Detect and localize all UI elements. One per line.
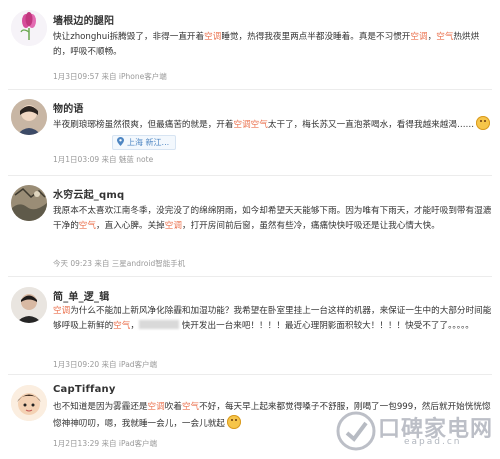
keyword-highlight: 空调空气	[233, 120, 268, 130]
text-segment: 快开发出一台来吧！！！！最近心理阴影面积较大！！！！快受不了了。。。。。	[178, 321, 474, 331]
keyword-highlight: 空调	[410, 32, 428, 42]
avatar[interactable]	[11, 99, 47, 135]
username[interactable]: CapTiffany	[53, 384, 116, 395]
keyword-highlight: 空调	[53, 306, 71, 316]
text-segment: ，	[427, 32, 437, 42]
avatar[interactable]	[11, 385, 47, 421]
divider	[8, 89, 492, 90]
text-segment: ，直入心脾。关掉	[96, 221, 165, 231]
text-segment: ，	[130, 321, 139, 331]
divider	[8, 276, 492, 277]
redacted-text	[138, 320, 179, 329]
watermark-url: eapad.cn	[404, 437, 462, 447]
comment-text: 半夜刷琅琊榜虽然很爽，但最痛苦的就是，开着空调空气太干了，梅长苏又一直泡茶喝水，…	[53, 116, 493, 133]
keyword-highlight: 空气	[181, 402, 200, 412]
keyword-highlight: 空调	[204, 32, 222, 42]
location-pin-icon	[117, 137, 124, 146]
username[interactable]: 水穷云起_qmq	[53, 186, 124, 201]
keyword-highlight: 空调	[147, 402, 165, 412]
username[interactable]: 简_单_逻_辑	[53, 288, 109, 303]
avatar[interactable]	[11, 185, 47, 221]
post-meta: 1月3日09:20 来自 iPad客户端	[53, 360, 158, 369]
text-segment: 太干了，梅长苏又一直泡茶喝水，看得我越来越渴……	[267, 120, 475, 130]
watermark-logo-icon	[336, 411, 376, 451]
post-meta: 今天 09:23 来自 三星android智能手机	[53, 259, 186, 268]
keyword-highlight: 空气	[436, 32, 454, 42]
text-segment: 快让zhonghui拆腾毁了，非得一直开着	[53, 32, 205, 42]
text-segment: 睡觉，热得我夜里两点半都没睡着。真是不习惯开	[221, 32, 411, 42]
divider	[8, 175, 492, 176]
username[interactable]: 墙根边的腿阳	[53, 12, 114, 27]
post-meta: 1月2日13:29 来自 iPad客户端	[53, 439, 158, 448]
comment-text: 我原本不太喜欢江南冬季，没完没了的绵绵阴雨，如今却希望天天能够下雨。因为唯有下雨…	[53, 204, 493, 234]
comment-text: 空调为什么不能加上新风净化除霾和加湿功能？我希望在卧室里挂上一台这样的机器，来保…	[53, 304, 493, 334]
location-tag[interactable]: 上海 新江...	[112, 135, 177, 150]
text-segment: 吹着	[164, 402, 182, 412]
location-label: 上海 新江...	[127, 138, 170, 147]
post-meta: 1月1日03:09 来自 魅蓝 note	[53, 155, 154, 164]
keyword-highlight: 空气	[113, 321, 131, 331]
avatar[interactable]	[11, 10, 47, 46]
emoji-icon	[476, 116, 491, 130]
text-segment: 也不知道是因为雾霾还是	[53, 402, 148, 412]
keyword-highlight: 空调	[164, 221, 182, 231]
text-segment: ，打开房间前后窗，虽然有些冷，痛痛快快吁吸还是让我心情大快。	[181, 221, 440, 231]
username[interactable]: 物的语	[53, 100, 84, 115]
avatar[interactable]	[11, 287, 47, 323]
watermark: 口碑家电网 eapad.cn	[334, 409, 494, 455]
divider	[8, 374, 492, 375]
comment-feed: 墙根边的腿阳 快让zhonghui拆腾毁了，非得一直开着空调睡觉，热得我夜里两点…	[0, 0, 500, 459]
comment-text: 快让zhonghui拆腾毁了，非得一直开着空调睡觉，热得我夜里两点半都没睡着。真…	[53, 30, 493, 60]
emoji-icon	[226, 415, 241, 429]
post-meta: 1月3日09:57 来自 iPhone客户端	[53, 72, 167, 81]
keyword-highlight: 空气	[78, 221, 96, 231]
text-segment: 半夜刷琅琊榜虽然很爽，但最痛苦的就是，开着	[53, 120, 234, 130]
